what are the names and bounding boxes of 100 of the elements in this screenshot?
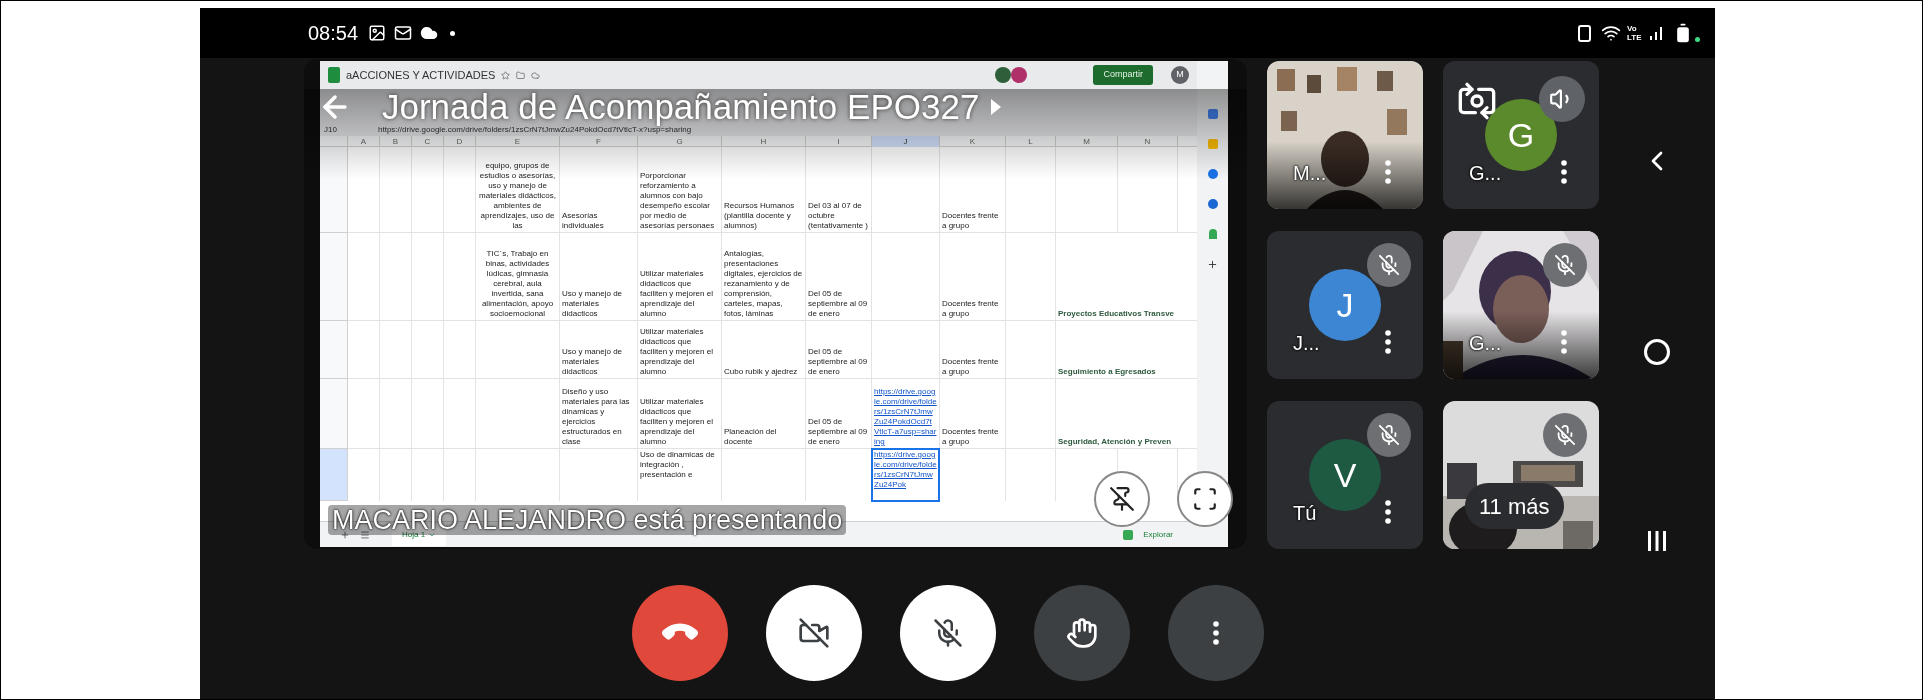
table-cell[interactable]: Utilizar materiales didacticos que faciliten y mejoren el aprendizaje del alumno xyxy=(638,233,722,321)
share-button[interactable]: Compartir xyxy=(1093,65,1153,85)
table-cell[interactable] xyxy=(348,321,380,379)
table-cell[interactable] xyxy=(444,321,476,379)
contacts-icon[interactable] xyxy=(1207,199,1218,209)
add-sheet-icon[interactable] xyxy=(340,529,350,540)
column-header[interactable]: H xyxy=(722,136,806,147)
table-cell[interactable]: Planeación del docente xyxy=(722,379,806,449)
more-options-icon[interactable] xyxy=(1385,500,1391,524)
table-cell[interactable]: Uso de dinamicas de integración , presentación e xyxy=(638,449,722,501)
account-avatar[interactable]: M xyxy=(1171,66,1189,84)
table-cell[interactable] xyxy=(476,379,560,449)
column-header[interactable]: D xyxy=(444,136,476,147)
triangle-right-icon[interactable] xyxy=(991,99,1002,115)
table-cell[interactable] xyxy=(476,321,560,379)
table-cell[interactable]: Docentes frente a grupo xyxy=(940,379,1006,449)
participant-tile[interactable]: G G... xyxy=(1443,61,1599,209)
column-header[interactable]: E xyxy=(476,136,560,147)
table-cell[interactable]: Utilizar materiales didacticos que faciliten y mejoren el aprendizaje del alumno xyxy=(638,321,722,379)
mail-icon xyxy=(394,24,413,42)
row-header[interactable] xyxy=(320,233,348,321)
star-icon[interactable] xyxy=(501,70,511,80)
table-cell[interactable] xyxy=(348,379,380,449)
table-cell[interactable]: Del 05 de septiembre al 09 de enero xyxy=(806,233,872,321)
table-cell[interactable] xyxy=(1006,321,1056,379)
more-options-icon[interactable] xyxy=(1561,160,1567,184)
switch-camera-icon[interactable] xyxy=(1457,81,1497,121)
table-cell[interactable] xyxy=(380,321,412,379)
column-header[interactable]: N xyxy=(1118,136,1178,147)
table-cell[interactable] xyxy=(1006,233,1056,321)
table-cell[interactable] xyxy=(380,379,412,449)
cell-reference[interactable]: J10 xyxy=(324,125,364,135)
table-cell[interactable] xyxy=(412,147,444,233)
folder-icon[interactable] xyxy=(516,70,526,80)
table-cell[interactable]: Utilizar materiales didacticos que faciliten y mejoren el aprendizaje del alumno xyxy=(638,379,722,449)
table-cell[interactable]: Antalogías, presentaciones digitales, ejercicios de rezanamiento y de comprensión, carteles, mapas, fotos, láminas xyxy=(722,233,806,321)
row-header[interactable] xyxy=(320,321,348,379)
notes-icon[interactable] xyxy=(1207,139,1218,149)
explore-button[interactable]: Explorar xyxy=(1143,528,1173,541)
add-icon[interactable] xyxy=(1207,259,1218,270)
table-cell[interactable] xyxy=(444,379,476,449)
map-pin-icon[interactable] xyxy=(1208,229,1217,239)
table-cell[interactable]: Uso y manejo de materiales didacticos xyxy=(560,321,638,379)
table-cell[interactable] xyxy=(380,147,412,233)
table-cell[interactable]: https://drive.google.com/drive/folders/1zsCrN7tJmwZu24Pok xyxy=(872,449,940,501)
row-header[interactable] xyxy=(320,147,348,233)
wifi-icon xyxy=(1601,23,1621,43)
table-cell[interactable] xyxy=(412,379,444,449)
table-cell[interactable] xyxy=(444,147,476,233)
column-header[interactable]: G xyxy=(638,136,722,147)
table-cell[interactable]: Del 05 de septiembre al 09 de enero xyxy=(806,321,872,379)
home-icon[interactable] xyxy=(1644,339,1670,365)
table-cell[interactable]: Del 03 al 07 de octubre (tentativamente ) xyxy=(806,147,872,233)
participant-tile[interactable]: J J... xyxy=(1267,231,1423,379)
table-cell[interactable] xyxy=(1006,379,1056,449)
column-header[interactable]: J xyxy=(872,136,940,147)
table-cell[interactable] xyxy=(1118,147,1178,233)
table-cell[interactable]: Diseño y uso materiales para las dinamicas y ejercicios estructurados en clase xyxy=(560,379,638,449)
column-header[interactable]: K xyxy=(940,136,1006,147)
table-cell[interactable]: TIC´s, Trabajo en binas, actividades lúdicas, gimnasia cerebral, aula invertida, sana alimentación, apoyo socioemocional xyxy=(476,233,560,321)
table-cell[interactable] xyxy=(348,147,380,233)
column-header[interactable]: F xyxy=(560,136,638,147)
formula-bar[interactable]: https://drive.google.com/drive/folders/1zsCrN7tJmwZu24PokdOcd7tVtlcT-x?usp=sharing xyxy=(378,125,692,135)
tasks-icon[interactable] xyxy=(1207,169,1218,179)
table-cell[interactable] xyxy=(412,233,444,321)
table-cell[interactable] xyxy=(380,233,412,321)
column-header[interactable]: L xyxy=(1006,136,1056,147)
table-cell[interactable]: Porporcionar reforzamiento a alumnos con bajo desempeño escolar por medio de asesorías personaes xyxy=(638,147,722,233)
table-cell[interactable]: Cubo rubik y ajedrez xyxy=(722,321,806,379)
table-cell[interactable] xyxy=(348,233,380,321)
column-header[interactable]: A xyxy=(348,136,380,147)
table-cell[interactable]: Recursos Humanos (plantilla docente y alumnos) xyxy=(722,147,806,233)
table-cell[interactable] xyxy=(872,233,940,321)
table-cell[interactable] xyxy=(412,321,444,379)
participant-tile[interactable]: 11 más xyxy=(1443,401,1599,549)
table-cell[interactable]: Docentes frente a grupo xyxy=(940,147,1006,233)
table-cell[interactable] xyxy=(872,321,940,379)
table-cell[interactable]: Docentes frente a grupo xyxy=(940,233,1006,321)
table-cell[interactable]: Uso y manejo de materiales didacticos xyxy=(560,233,638,321)
row-header[interactable] xyxy=(320,449,348,501)
table-cell[interactable]: Docentes frente a grupo xyxy=(940,321,1006,379)
row-header[interactable] xyxy=(320,379,348,449)
participant-tile[interactable]: M... xyxy=(1267,61,1423,209)
column-header[interactable]: M xyxy=(1056,136,1118,147)
more-participants-pill[interactable]: 11 más xyxy=(1465,483,1564,529)
table-cell[interactable] xyxy=(1056,147,1118,233)
table-cell[interactable] xyxy=(1006,147,1056,233)
calendar-icon[interactable] xyxy=(1207,109,1218,119)
sheet-list-icon[interactable] xyxy=(360,529,370,540)
table-cell[interactable] xyxy=(872,147,940,233)
cloud-icon[interactable] xyxy=(531,70,541,80)
table-cell[interactable]: https://drive.google.com/drive/folders/1zsCrN7tJmwZu24PokdOcd7tVtlcT-a7usp=sharing xyxy=(872,379,940,449)
column-header[interactable]: B xyxy=(380,136,412,147)
table-cell[interactable] xyxy=(444,233,476,321)
table-cell[interactable]: Del 05 de septiembre al 09 de enero xyxy=(806,379,872,449)
table-cell[interactable]: equipo, grupos de estudios o asesorías, uso y manejo de materiales didácticos, ambientes de aprendizajes, uso de las xyxy=(476,147,560,233)
recent-apps-icon[interactable] xyxy=(1646,530,1668,552)
table-cell[interactable]: Asesorías individuales xyxy=(560,147,638,233)
column-header[interactable]: C xyxy=(412,136,444,147)
more-options-icon[interactable] xyxy=(1385,330,1391,354)
